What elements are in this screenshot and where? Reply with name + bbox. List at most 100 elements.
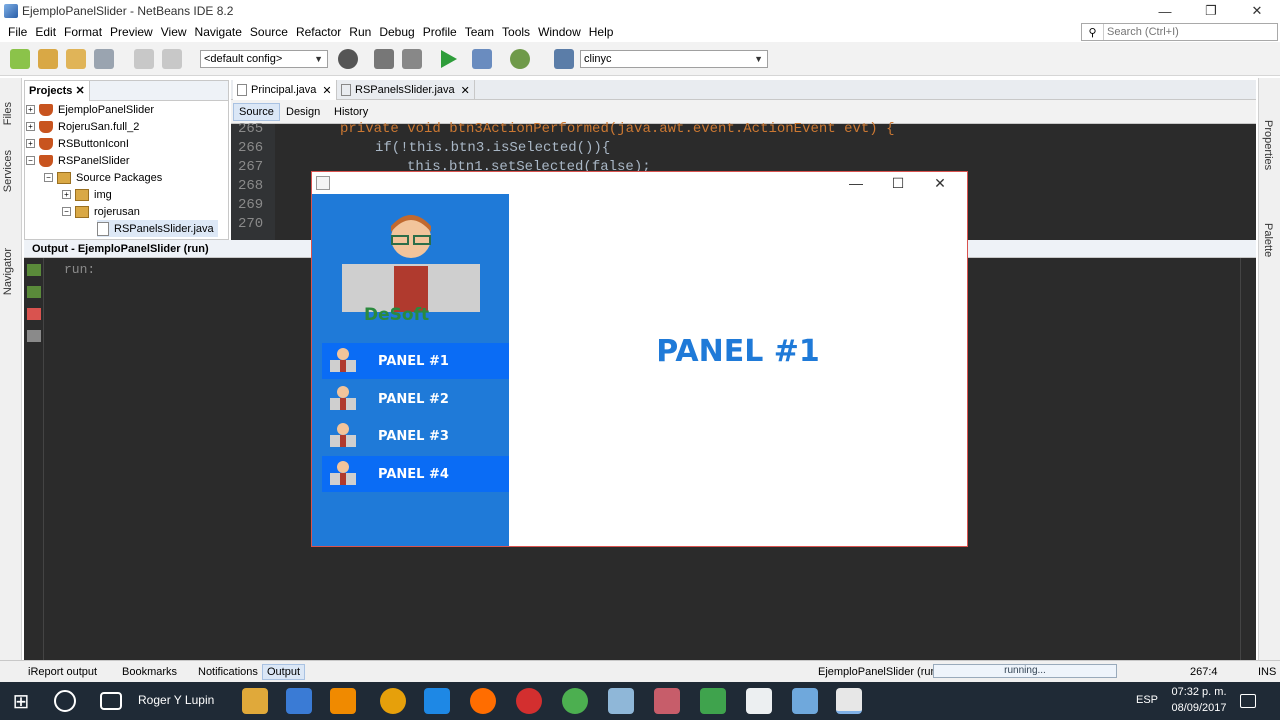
- vlc-icon[interactable]: [330, 688, 356, 714]
- menu-refactor[interactable]: Refactor: [292, 25, 345, 39]
- close-icon[interactable]: ✕: [75, 84, 84, 97]
- tree-item[interactable]: − Source Packages: [44, 169, 162, 186]
- tab-notifications[interactable]: Notifications: [198, 664, 258, 680]
- java-app-taskbar-icon[interactable]: [836, 688, 862, 714]
- expand-icon[interactable]: +: [26, 105, 35, 114]
- tab-history[interactable]: History: [329, 103, 373, 121]
- palette-tab[interactable]: Palette: [1262, 223, 1274, 257]
- firefox-icon[interactable]: [470, 688, 496, 714]
- maximize-button[interactable]: ❐: [1188, 0, 1234, 22]
- app-minimize-button[interactable]: —: [835, 172, 877, 194]
- save-all-icon[interactable]: [94, 49, 114, 69]
- menu-profile[interactable]: Profile: [419, 25, 461, 39]
- opera-icon[interactable]: [516, 688, 542, 714]
- open-project-icon[interactable]: [66, 49, 86, 69]
- tree-item[interactable]: − rojerusan: [62, 203, 140, 220]
- collapse-icon[interactable]: −: [44, 173, 53, 182]
- chrome-icon[interactable]: [562, 688, 588, 714]
- windows-start-icon[interactable]: ⊞: [8, 688, 34, 714]
- paint-icon[interactable]: [654, 688, 680, 714]
- minimize-button[interactable]: —: [1142, 0, 1188, 22]
- config-select[interactable]: <default config> ▼: [200, 50, 328, 68]
- menu-source[interactable]: Source: [246, 25, 292, 39]
- language-indicator[interactable]: ESP: [1136, 694, 1158, 706]
- profile-icon[interactable]: [510, 49, 530, 69]
- notification-center-icon[interactable]: [1240, 694, 1256, 708]
- rerun-icon[interactable]: [27, 264, 41, 276]
- undo-icon[interactable]: [134, 49, 154, 69]
- expand-icon[interactable]: +: [26, 139, 35, 148]
- menu-navigate[interactable]: Navigate: [191, 25, 246, 39]
- run-target-select[interactable]: clinyc ▼: [580, 50, 768, 68]
- settings-icon[interactable]: [27, 330, 41, 342]
- tree-item[interactable]: + EjemploPanelSlider: [26, 101, 154, 118]
- services-tab[interactable]: Services: [2, 150, 14, 192]
- collapse-icon[interactable]: −: [26, 156, 35, 165]
- menu-edit[interactable]: Edit: [31, 25, 60, 39]
- tree-item[interactable]: + img: [62, 186, 112, 203]
- media-player-icon[interactable]: [380, 688, 406, 714]
- output-scrollbar[interactable]: [1240, 258, 1256, 660]
- notes-icon[interactable]: [608, 688, 634, 714]
- close-button[interactable]: ✕: [1234, 0, 1280, 22]
- properties-tab[interactable]: Properties: [1262, 120, 1274, 170]
- tree-item[interactable]: − RSPanelSlider: [26, 152, 130, 169]
- menu-debug[interactable]: Debug: [375, 25, 418, 39]
- network-icon[interactable]: [700, 688, 726, 714]
- new-file-icon[interactable]: [10, 49, 30, 69]
- menu-team[interactable]: Team: [461, 25, 498, 39]
- menu-window[interactable]: Window: [534, 25, 585, 39]
- navigator-tab[interactable]: Navigator: [2, 248, 14, 295]
- menu-preview[interactable]: Preview: [106, 25, 157, 39]
- new-project-icon[interactable]: [38, 49, 58, 69]
- run-icon[interactable]: [441, 50, 457, 68]
- tab-principal[interactable]: Principal.java ✕: [233, 80, 337, 100]
- tab-rspanelsslider[interactable]: RSPanelsSlider.java ✕: [337, 80, 475, 100]
- mail-icon[interactable]: [746, 688, 772, 714]
- netbeans-taskbar-icon[interactable]: [792, 688, 818, 714]
- files-tab[interactable]: Files: [2, 102, 14, 125]
- expand-icon[interactable]: +: [62, 190, 71, 199]
- app-close-button[interactable]: ✕: [919, 172, 961, 194]
- tab-source[interactable]: Source: [233, 103, 280, 121]
- clean-build-icon[interactable]: [402, 49, 422, 69]
- tree-item[interactable]: + RSButtonIconI: [26, 135, 129, 152]
- search-input[interactable]: [1104, 26, 1274, 38]
- expand-icon[interactable]: +: [26, 122, 35, 131]
- rerun-different-icon[interactable]: [27, 286, 41, 298]
- menu-tools[interactable]: Tools: [498, 25, 534, 39]
- debug-icon[interactable]: [472, 49, 492, 69]
- task-view-icon[interactable]: [100, 692, 122, 710]
- redo-icon[interactable]: [162, 49, 182, 69]
- tab-bookmarks[interactable]: Bookmarks: [122, 664, 177, 680]
- panel-2-button[interactable]: PANEL #2: [322, 381, 509, 417]
- tab-output[interactable]: Output: [262, 664, 306, 680]
- clock-time[interactable]: 07:32 p. m.: [1168, 686, 1230, 698]
- menu-file[interactable]: File: [4, 25, 31, 39]
- build-hammer-icon[interactable]: [374, 49, 394, 69]
- store-icon[interactable]: [286, 688, 312, 714]
- tab-ireport-output[interactable]: iReport output: [28, 664, 97, 680]
- attach-icon[interactable]: [554, 49, 574, 69]
- menu-help[interactable]: Help: [585, 25, 618, 39]
- app-maximize-button[interactable]: ☐: [877, 172, 919, 194]
- globe-icon[interactable]: [338, 49, 358, 69]
- stop-icon[interactable]: [27, 308, 41, 320]
- tab-design[interactable]: Design: [281, 103, 325, 121]
- clock-date[interactable]: 08/09/2017: [1168, 702, 1230, 714]
- search-box[interactable]: ⚲: [1081, 23, 1278, 41]
- projects-tab[interactable]: Projects ✕: [25, 80, 90, 101]
- edge-icon[interactable]: [424, 688, 450, 714]
- close-icon[interactable]: ✕: [461, 84, 470, 97]
- menu-format[interactable]: Format: [60, 25, 106, 39]
- file-explorer-icon[interactable]: [242, 688, 268, 714]
- menu-view[interactable]: View: [157, 25, 191, 39]
- panel-3-button[interactable]: PANEL #3: [322, 418, 509, 454]
- menu-run[interactable]: Run: [345, 25, 375, 39]
- panel-1-button[interactable]: PANEL #1: [322, 343, 509, 379]
- cortana-icon[interactable]: [54, 690, 76, 712]
- tree-item-selected[interactable]: RSPanelsSlider.java: [97, 220, 218, 237]
- close-icon[interactable]: ✕: [322, 84, 331, 97]
- collapse-icon[interactable]: −: [62, 207, 71, 216]
- tree-item[interactable]: + RojeruSan.full_2: [26, 118, 139, 135]
